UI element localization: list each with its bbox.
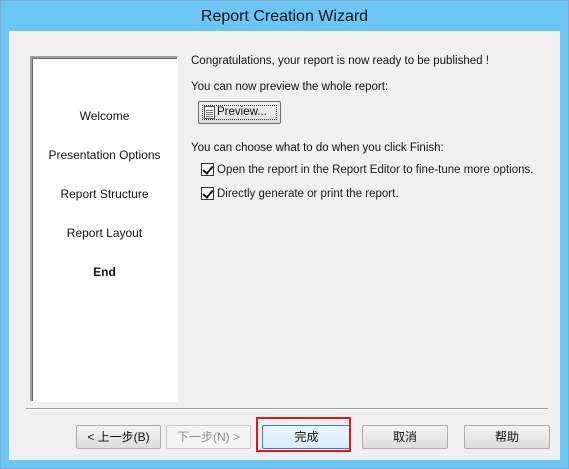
step-report-structure: Report Structure <box>60 187 149 201</box>
preview-button-label: Preview... <box>217 106 267 118</box>
step-welcome: Welcome <box>79 109 130 123</box>
step-report-layout: Report Layout <box>66 226 143 240</box>
step-end: End <box>93 265 116 279</box>
back-button[interactable]: < 上一步(B) <box>76 425 161 449</box>
step-presentation-options: Presentation Options <box>48 148 161 162</box>
finish-hint: You can choose what to do when you click… <box>191 142 444 154</box>
generate-print-checkbox[interactable] <box>201 187 214 200</box>
footer-separator <box>26 408 548 410</box>
open-in-editor-checkbox[interactable] <box>201 163 214 176</box>
document-preview-icon <box>204 106 215 119</box>
preview-hint: You can now preview the whole report: <box>191 81 389 93</box>
finish-button[interactable]: 完成 <box>262 425 351 449</box>
cancel-button[interactable]: 取消 <box>362 425 448 449</box>
help-button[interactable]: 帮助 <box>464 425 550 449</box>
window-title: Report Creation Wizard <box>200 8 369 25</box>
next-button-disabled: 下一步(N) > <box>166 425 251 449</box>
steps-panel: Welcome Presentation Options Report Stru… <box>30 56 178 402</box>
open-in-editor-label[interactable]: Open the report in the Report Editor to … <box>217 162 533 178</box>
generate-print-label[interactable]: Directly generate or print the report. <box>217 186 399 202</box>
preview-button[interactable]: Preview... <box>198 101 281 124</box>
wizard-window: Report Creation Wizard Welcome Presentat… <box>0 0 569 469</box>
congrats-message: Congratulations, your report is now read… <box>191 55 489 67</box>
wizard-client-area: Welcome Presentation Options Report Stru… <box>9 31 560 460</box>
